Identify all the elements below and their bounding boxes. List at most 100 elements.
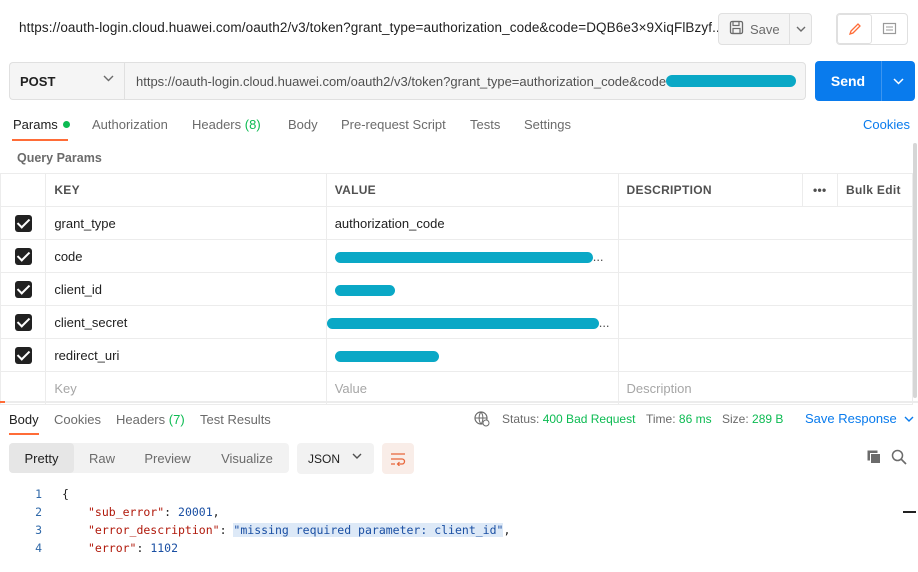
row-checkbox[interactable] xyxy=(14,313,32,331)
row-checkbox[interactable] xyxy=(14,280,32,298)
row-checkbox[interactable] xyxy=(14,346,32,364)
param-description[interactable] xyxy=(617,206,914,240)
param-key[interactable]: client_secret xyxy=(45,305,327,339)
language-select[interactable]: JSON xyxy=(297,443,374,474)
param-description[interactable] xyxy=(617,272,914,306)
row-checkbox[interactable] xyxy=(14,247,32,265)
code-text: "error": 1102 xyxy=(88,541,179,555)
wrap-icon xyxy=(391,452,406,466)
headers-count: (8) xyxy=(244,117,261,132)
tab-body[interactable]: Body xyxy=(288,117,318,132)
method-select[interactable]: POST xyxy=(9,62,125,100)
line-number: 2 xyxy=(35,505,42,519)
table-header-row: KEY VALUE DESCRIPTION ••• Bulk Edit xyxy=(0,173,913,207)
copy-icon[interactable] xyxy=(866,449,882,468)
param-description[interactable] xyxy=(617,338,914,372)
param-description[interactable] xyxy=(617,305,914,339)
highlighted-selection[interactable]: "missing required parameter: client_id" xyxy=(233,523,504,537)
save-button-group[interactable]: Save xyxy=(718,13,812,45)
param-key[interactable]: code xyxy=(45,239,327,273)
tab-prerequest-script[interactable]: Pre-request Script xyxy=(341,117,446,132)
param-key[interactable]: redirect_uri xyxy=(45,338,327,372)
cookies-link[interactable]: Cookies xyxy=(863,117,910,132)
tab-settings[interactable]: Settings xyxy=(524,117,571,132)
time-value[interactable]: 86 ms xyxy=(679,412,712,426)
send-options-button[interactable] xyxy=(882,77,915,85)
search-icon[interactable] xyxy=(891,449,907,468)
pencil-icon xyxy=(848,23,861,36)
documentation-mode-button[interactable] xyxy=(872,14,907,44)
param-value[interactable] xyxy=(325,338,619,372)
format-pretty[interactable]: Pretty xyxy=(9,443,74,473)
query-params-title: Query Params xyxy=(17,151,102,165)
format-preview[interactable]: Preview xyxy=(130,443,205,473)
new-key-input[interactable]: Key xyxy=(45,371,327,405)
size-readout: Size: 289 B xyxy=(722,412,784,426)
pane-divider-accent xyxy=(0,401,5,403)
code-line: 4 "error": 1102 xyxy=(0,539,900,557)
globe-icon[interactable] xyxy=(473,410,490,430)
param-key[interactable]: grant_type xyxy=(45,206,327,240)
save-label: Save xyxy=(750,21,780,37)
tab-headers[interactable]: Headers (8) xyxy=(192,117,261,132)
code-line: 2 "sub_error": 20001, xyxy=(0,503,900,521)
code-text: "sub_error": 20001, xyxy=(88,505,220,519)
tab-test-results[interactable]: Test Results xyxy=(200,412,271,427)
tab-params[interactable]: Params xyxy=(13,117,70,132)
code-line: 1 { xyxy=(0,485,900,503)
chevron-down-icon xyxy=(904,416,914,422)
code-line: 3 "error_description": "missing required… xyxy=(0,521,900,539)
redaction-mark xyxy=(334,284,395,296)
language-label: JSON xyxy=(308,451,341,466)
param-value[interactable]: ... xyxy=(325,305,619,339)
wrap-lines-button[interactable] xyxy=(382,443,414,474)
param-value[interactable]: ... xyxy=(325,239,619,273)
pane-divider[interactable] xyxy=(0,401,918,403)
row-checkbox[interactable] xyxy=(14,214,32,232)
status-value[interactable]: 400 Bad Request xyxy=(543,412,636,426)
code-text: "error_description": "missing required p… xyxy=(88,523,511,537)
code-text: { xyxy=(62,487,69,501)
new-value-input[interactable]: Value xyxy=(325,371,619,405)
column-description: DESCRIPTION xyxy=(617,173,803,207)
format-visualize[interactable]: Visualize xyxy=(205,443,289,473)
send-button-group[interactable]: Send xyxy=(815,61,915,101)
table-row: code ... xyxy=(0,239,914,273)
column-key: KEY xyxy=(45,173,327,207)
line-number: 1 xyxy=(35,487,42,501)
save-options-button[interactable] xyxy=(790,26,811,32)
tab-authorization[interactable]: Authorization xyxy=(92,117,168,132)
edit-mode-button[interactable] xyxy=(837,14,872,44)
more-options-button[interactable]: ••• xyxy=(801,173,839,207)
format-raw[interactable]: Raw xyxy=(74,443,130,473)
header-checkbox-cell xyxy=(0,173,47,207)
response-tabs: Body Cookies Headers (7) Test Results St… xyxy=(0,405,918,435)
new-description-input[interactable]: Description xyxy=(617,371,914,405)
request-title[interactable]: https://oauth-login.cloud.huawei.com/oau… xyxy=(19,20,724,35)
tab-response-headers[interactable]: Headers (7) xyxy=(116,412,185,427)
param-value[interactable]: authorization_code xyxy=(325,206,619,240)
param-description[interactable] xyxy=(617,239,914,273)
save-button[interactable]: Save xyxy=(719,20,789,38)
time-readout: Time: 86 ms xyxy=(646,412,712,426)
method-label: POST xyxy=(20,73,56,89)
send-button[interactable]: Send xyxy=(815,73,881,89)
param-value[interactable] xyxy=(325,272,619,306)
redaction-mark xyxy=(334,350,439,362)
chevron-down-icon xyxy=(103,75,114,82)
response-body-editor[interactable]: 1 { 2 "sub_error": 20001, 3 "error_descr… xyxy=(0,485,900,557)
tab-response-cookies[interactable]: Cookies xyxy=(54,412,101,427)
bulk-edit-button[interactable]: Bulk Edit xyxy=(837,173,913,207)
size-value[interactable]: 289 B xyxy=(752,412,783,426)
param-key[interactable]: client_id xyxy=(45,272,327,306)
url-input[interactable]: https://oauth-login.cloud.huawei.com/oau… xyxy=(124,62,806,100)
save-response-button[interactable]: Save Response xyxy=(805,411,914,426)
tab-tests[interactable]: Tests xyxy=(470,117,500,132)
chevron-down-icon xyxy=(796,26,805,32)
params-active-dot xyxy=(62,121,70,128)
params-scrollbar[interactable] xyxy=(913,143,917,398)
redaction-mark xyxy=(327,317,599,329)
view-mode-toggle xyxy=(836,13,908,45)
redaction-mark xyxy=(666,75,797,87)
tab-response-body[interactable]: Body xyxy=(9,412,39,427)
